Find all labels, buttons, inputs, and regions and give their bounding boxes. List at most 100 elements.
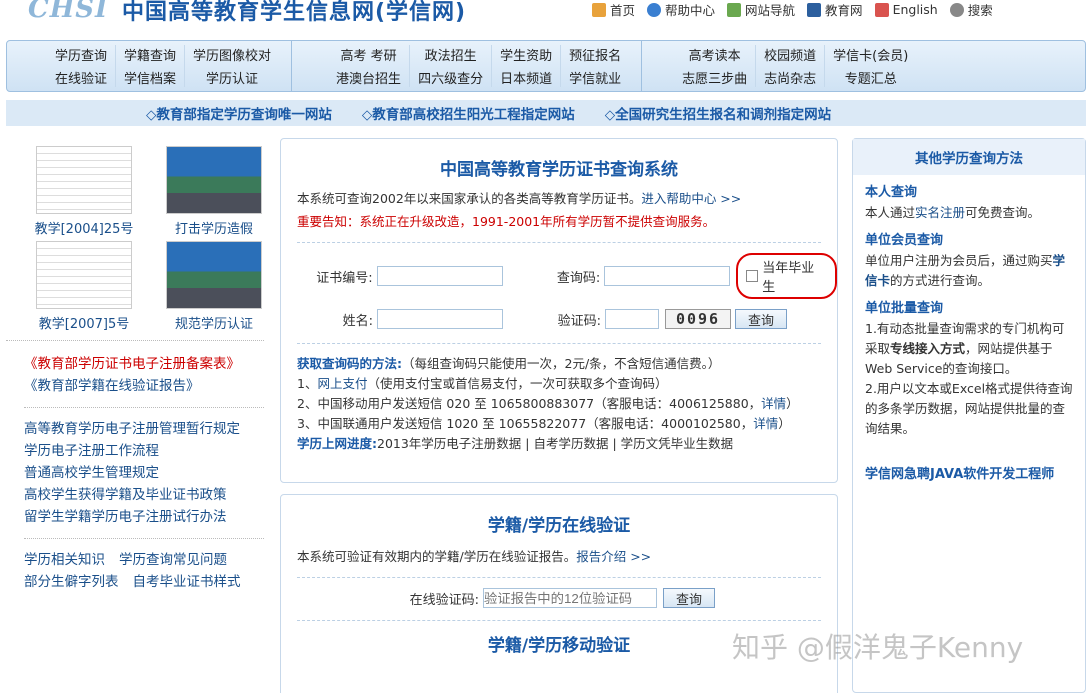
nav-link[interactable]: 学信档案	[124, 68, 176, 87]
verify-code-input[interactable]	[483, 588, 657, 608]
home-icon	[592, 2, 606, 17]
divider	[297, 343, 821, 344]
toplink-search[interactable]: 搜索	[949, 0, 993, 19]
left-link[interactable]: 学历查询常见问题	[119, 549, 227, 571]
nav-link[interactable]: 高考 考研	[340, 45, 396, 64]
right-title: 其他学历查询方法	[853, 139, 1085, 175]
nav-group-2: 高考 考研港澳台招生 政法招生四六级查分 学生资助日本频道 预征报名学信就业	[292, 41, 643, 91]
job-link[interactable]: 学信网急聘JAVA软件开发工程师	[865, 465, 1073, 485]
slogan-3[interactable]: ◇全国研究生招生报名和调剂指定网站	[605, 103, 831, 123]
left-link[interactable]: 学历电子注册工作流程	[24, 443, 159, 459]
nav-link[interactable]: 学生资助	[500, 45, 552, 64]
graduate-checkbox[interactable]	[746, 270, 759, 282]
left-sidebar: 教学[2004]25号 打击学历造假 教学[2007]5号 规范学历认证 《教育…	[6, 140, 264, 593]
panel-desc: 本系统可验证有效期内的学籍/学历在线验证报告。报告介绍 >>	[297, 549, 652, 564]
toplink-sitemap[interactable]: 网站导航	[727, 0, 795, 19]
left-link[interactable]: 自考毕业证书样式	[133, 571, 241, 593]
form-row-1: 证书编号: 查询码: 当年毕业生	[281, 253, 837, 299]
divider	[24, 538, 264, 539]
header: CHSI 中国高等教育学生信息网(学信网) 首页 帮助中心 网站导航 教育网 E…	[0, 0, 1091, 36]
search-icon	[949, 2, 964, 17]
toplink-english[interactable]: English	[874, 0, 938, 19]
name-input[interactable]	[377, 309, 503, 329]
left-link[interactable]: 高等教育学历电子注册管理暂行规定	[24, 421, 240, 437]
document-image	[36, 146, 132, 214]
captcha-image[interactable]: 0096	[665, 309, 731, 329]
slogan-2[interactable]: ◇教育部高校招生阳光工程指定网站	[362, 103, 575, 123]
divider	[297, 242, 821, 243]
nav-link[interactable]: 志尚杂志	[764, 68, 816, 87]
self-query-title[interactable]: 本人查询	[865, 183, 1073, 203]
watermark: 知乎 @假洋鬼子Kenny	[732, 631, 1024, 664]
toplink-home[interactable]: 首页	[592, 0, 635, 19]
captcha-input[interactable]	[605, 309, 659, 329]
thumb-item[interactable]: 打击学历造假	[154, 146, 274, 237]
nav-link[interactable]: 日本频道	[500, 68, 552, 87]
english-icon	[874, 2, 889, 17]
progress-text: 2013年学历电子注册数据 | 自考学历数据 | 学历文凭毕业生数据	[377, 436, 734, 451]
warning-text: 重要告知：系统正在升级改造，1991-2001年所有学历暂不提供查询服务。	[297, 214, 716, 229]
right-sections: 本人查询 本人通过实名注册可免费查询。 单位会员查询 单位用户注册为会员后，通过…	[853, 183, 1085, 485]
report-intro-link[interactable]: 报告介绍 >>	[576, 549, 651, 564]
left-link[interactable]: 部分生僻字列表	[24, 571, 119, 593]
divider	[297, 577, 821, 578]
nav-link[interactable]: 学信就业	[569, 68, 621, 87]
verify-query-button[interactable]: 查询	[663, 588, 716, 608]
nav-link[interactable]: 学籍查询	[124, 45, 176, 64]
thumb-item[interactable]: 教学[2007]5号	[24, 241, 144, 332]
member-query-title[interactable]: 单位会员查询	[865, 231, 1073, 251]
nav-link[interactable]: 港澳台招生	[336, 68, 401, 87]
current-grad-option[interactable]: 当年毕业生	[736, 253, 837, 299]
nav-link[interactable]: 学信卡(会员)	[833, 45, 908, 64]
site-title[interactable]: 中国高等教育学生信息网(学信网)	[122, 0, 466, 26]
press-photo	[166, 241, 262, 309]
panel-desc: 本系统可查询2002年以来国家承认的各类高等教育学历证书。进入帮助中心 >>	[297, 191, 742, 206]
help-icon	[647, 2, 662, 17]
link-registration-form[interactable]: 《教育部学历证书电子注册备案表》	[24, 356, 240, 372]
query-code-label: 查询码:	[556, 270, 601, 286]
left-link[interactable]: 普通高校学生管理规定	[24, 465, 159, 481]
nav-link[interactable]: 四六级查分	[418, 68, 483, 87]
cert-query-panel: 中国高等教育学历证书查询系统 本系统可查询2002年以来国家承认的各类高等教育学…	[280, 138, 838, 483]
left-link[interactable]: 学历相关知识	[24, 549, 105, 571]
help-center-link[interactable]: 进入帮助中心 >>	[641, 191, 741, 206]
panel-title: 中国高等教育学历证书查询系统	[440, 160, 678, 180]
edu-icon	[807, 2, 822, 17]
name-label: 姓名:	[342, 313, 373, 329]
nav-link[interactable]: 预征报名	[569, 45, 621, 64]
slogan-1[interactable]: ◇教育部指定学历查询唯一网站	[146, 103, 332, 123]
toplink-help[interactable]: 帮助中心	[647, 0, 715, 19]
detail-link[interactable]: 详情	[753, 416, 778, 431]
thumb-item[interactable]: 规范学历认证	[154, 241, 274, 332]
verify-row: 在线验证码: 查询	[299, 588, 837, 608]
thumb-item[interactable]: 教学[2004]25号	[24, 146, 144, 237]
press-photo	[166, 146, 262, 214]
logo[interactable]: CHSI	[28, 0, 108, 24]
nav-link[interactable]: 学历图像校对	[193, 45, 271, 64]
online-pay-link[interactable]: 网上支付	[317, 376, 367, 391]
detail-link[interactable]: 详情	[761, 396, 786, 411]
nav-link[interactable]: 学历认证	[206, 68, 258, 87]
query-code-input[interactable]	[604, 266, 731, 286]
real-name-link[interactable]: 实名注册	[915, 205, 965, 220]
verify-label: 验证码:	[557, 313, 601, 329]
nav-link[interactable]: 高考读本	[689, 45, 741, 64]
nav-link[interactable]: 在线验证	[55, 68, 107, 87]
left-link[interactable]: 高校学生获得学籍及毕业证书政策	[24, 487, 227, 503]
nav-link[interactable]: 校园频道	[764, 45, 816, 64]
batch-query-title[interactable]: 单位批量查询	[865, 299, 1073, 319]
left-links: 《教育部学历证书电子注册备案表》 《教育部学籍在线验证报告》 高等教育学历电子注…	[6, 340, 264, 593]
toplink-edunet[interactable]: 教育网	[807, 0, 863, 19]
link-verify-report[interactable]: 《教育部学籍在线验证报告》	[24, 378, 200, 394]
form-row-2: 姓名: 验证码: 0096 查询	[281, 309, 837, 329]
query-button[interactable]: 查询	[735, 309, 788, 329]
left-link[interactable]: 留学生学籍学历电子注册试行办法	[24, 509, 227, 525]
nav-group-1: 学历查询在线验证 学籍查询学信档案 学历图像校对 学历认证	[7, 41, 293, 91]
cert-label: 证书编号:	[316, 270, 373, 286]
right-sidebar: 其他学历查询方法 本人查询 本人通过实名注册可免费查询。 单位会员查询 单位用户…	[852, 138, 1086, 693]
nav-link[interactable]: 学历查询	[55, 45, 107, 64]
nav-link[interactable]: 政法招生	[425, 45, 477, 64]
cert-number-input[interactable]	[376, 266, 503, 286]
nav-link[interactable]: 专题汇总	[845, 68, 897, 87]
nav-link[interactable]: 志愿三步曲	[682, 68, 747, 87]
